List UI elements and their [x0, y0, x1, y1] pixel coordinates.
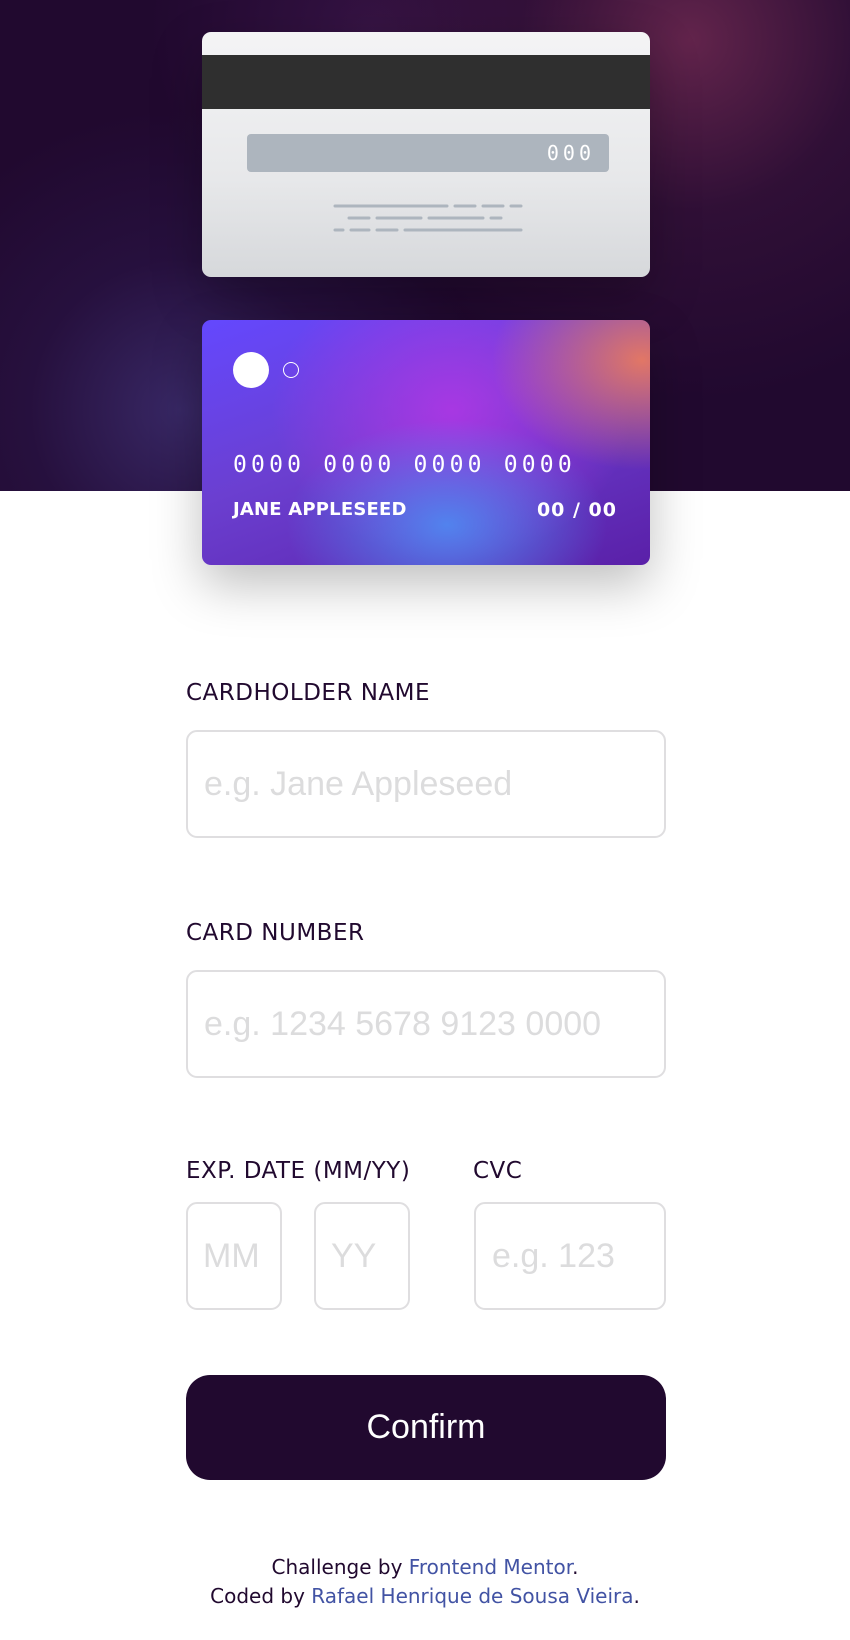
cardholder-name-label: CARDHOLDER NAME — [186, 680, 431, 706]
card-back: 000 — [202, 32, 650, 277]
cvc-label: CVC — [473, 1158, 523, 1184]
card-back-decorative-lines — [333, 204, 523, 232]
attribution-line-challenge: Challenge by Frontend Mentor. — [0, 1553, 850, 1582]
cvc-input[interactable] — [474, 1202, 666, 1310]
exp-month-input[interactable] — [186, 1202, 282, 1310]
card-number-label: CARD NUMBER — [186, 920, 365, 946]
magnetic-strip — [202, 55, 650, 109]
card-logo-circle-outline — [283, 362, 299, 378]
attribution-coded-suffix: . — [633, 1584, 640, 1608]
exp-date-label: EXP. DATE (MM/YY) — [186, 1158, 411, 1184]
attribution-line-coded: Coded by Rafael Henrique de Sousa Vieira… — [0, 1582, 850, 1611]
attribution: Challenge by Frontend Mentor. Coded by R… — [0, 1553, 850, 1611]
card-number-display: 0000 0000 0000 0000 — [233, 452, 576, 478]
author-link[interactable]: Rafael Henrique de Sousa Vieira — [311, 1584, 633, 1608]
cardholder-name-display: JANE APPLESEED — [233, 499, 407, 520]
frontend-mentor-link[interactable]: Frontend Mentor — [409, 1555, 572, 1579]
attribution-challenge-prefix: Challenge by — [271, 1555, 409, 1579]
card-logo-circle-filled — [233, 352, 269, 388]
exp-year-input[interactable] — [314, 1202, 410, 1310]
attribution-challenge-suffix: . — [572, 1555, 579, 1579]
card-front: 0000 0000 0000 0000 JANE APPLESEED 00 / … — [202, 320, 650, 565]
attribution-coded-prefix: Coded by — [210, 1584, 312, 1608]
card-expiry-display: 00 / 00 — [536, 499, 617, 521]
confirm-button[interactable]: Confirm — [186, 1375, 666, 1480]
card-back-cvc: 000 — [247, 134, 609, 172]
card-number-input[interactable] — [186, 970, 666, 1078]
cardholder-name-input[interactable] — [186, 730, 666, 838]
